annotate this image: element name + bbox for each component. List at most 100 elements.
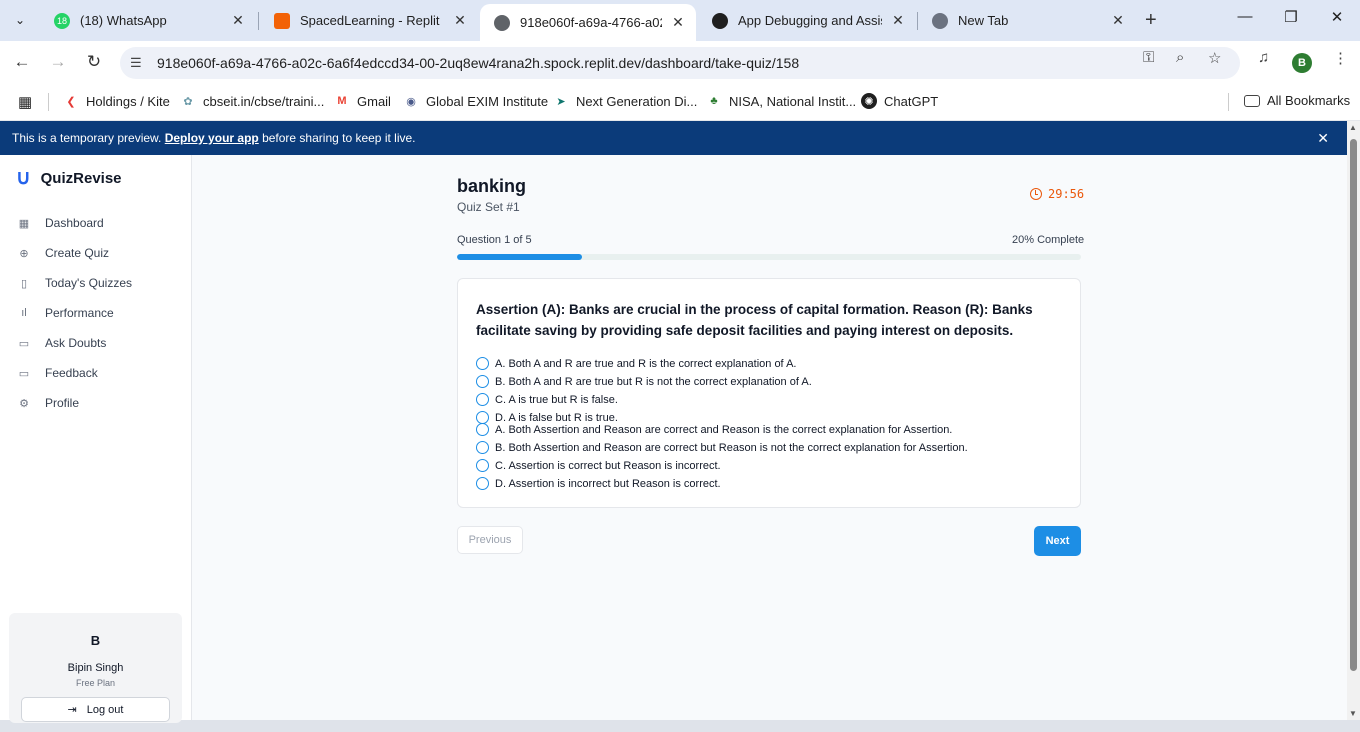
globe-icon xyxy=(494,14,510,31)
close-tab-icon[interactable]: ✕ xyxy=(890,12,906,29)
brand-name: QuizRevise xyxy=(40,169,122,187)
progress-bar-fill xyxy=(457,254,582,260)
zoom-icon[interactable]: ⌕ xyxy=(1176,49,1184,66)
restore-icon[interactable]: ❐ xyxy=(1281,8,1301,26)
tab-search-chevron-icon[interactable]: ⌄ xyxy=(8,8,32,32)
back-arrow-icon[interactable]: ← xyxy=(11,52,33,72)
quiz-timer: 29:56 xyxy=(1030,187,1084,201)
bookmark-chatgpt[interactable]: ✺ ChatGPT xyxy=(861,93,938,109)
nisa-icon: ♣ xyxy=(710,95,718,107)
close-tab-icon[interactable]: ✕ xyxy=(1110,12,1126,29)
site-info-icon[interactable]: ☰ xyxy=(130,55,142,71)
deploy-link[interactable]: Deploy your app xyxy=(165,131,259,145)
close-tab-icon[interactable]: ✕ xyxy=(670,14,686,31)
tab-title: (18) WhatsApp xyxy=(80,13,167,28)
next-button[interactable]: Next xyxy=(1034,526,1081,556)
banner-message: This is a temporary preview. Deploy your… xyxy=(12,131,416,145)
media-control-icon[interactable]: ♫ xyxy=(1258,49,1269,66)
sidebar-item-dashboard[interactable]: ▦ Dashboard xyxy=(18,216,104,230)
tab-title: 918e060f-a69a-4766-a02c-6 xyxy=(520,15,662,30)
bookmark-next-generation[interactable]: ➤ Next Generation Di... xyxy=(553,93,697,109)
scrollbar-thumb[interactable] xyxy=(1350,139,1357,671)
replit-icon xyxy=(274,12,290,29)
previous-button[interactable]: Previous xyxy=(457,526,523,554)
sidebar-item-todays-quizzes[interactable]: ▯ Today's Quizzes xyxy=(18,276,132,290)
option-item[interactable]: B. Both A and R are true but R is not th… xyxy=(476,375,812,388)
radio-button[interactable] xyxy=(476,423,489,436)
avatar: B xyxy=(90,633,101,648)
message-icon: ▭ xyxy=(18,367,30,380)
logout-button[interactable]: ⇥ Log out xyxy=(21,697,170,722)
chrome-icon xyxy=(932,12,948,29)
more-menu-icon[interactable]: ⋮ xyxy=(1333,49,1348,67)
bookmark-cbse[interactable]: ✿ cbseit.in/cbse/traini... xyxy=(180,93,324,109)
page-scrollbar[interactable]: ▲ ▼ xyxy=(1347,121,1360,720)
progress-bar xyxy=(457,254,1081,260)
key-icon[interactable]: ⚿ xyxy=(1143,49,1154,66)
browser-tab-bar: ⌄ 18 (18) WhatsApp ✕ SpacedLearning - Re… xyxy=(0,0,1360,41)
browser-toolbar: ← → ↻ ☰ 918e060f-a69a-4766-a02c-6a6f4edc… xyxy=(0,41,1360,84)
tab-divider xyxy=(258,12,259,30)
cbse-icon: ✿ xyxy=(183,95,193,108)
reload-icon[interactable]: ↻ xyxy=(83,52,105,72)
scroll-down-icon[interactable]: ▼ xyxy=(1349,709,1357,718)
bottom-strip xyxy=(0,720,1360,732)
minimize-icon[interactable]: — xyxy=(1235,8,1255,25)
radio-button[interactable] xyxy=(476,393,489,406)
bookmark-nisa[interactable]: ♣ NISA, National Instit... xyxy=(706,93,856,109)
chatgpt-icon xyxy=(712,12,728,29)
apps-grid-icon[interactable]: ▦ xyxy=(18,93,32,111)
radio-button[interactable] xyxy=(476,477,489,490)
question-progress-label: Question 1 of 5 xyxy=(457,234,532,246)
radio-button[interactable] xyxy=(476,357,489,370)
bookmarks-bar: ▦ ❮ Holdings / Kite ✿ cbseit.in/cbse/train… xyxy=(0,84,1360,121)
option-item[interactable]: B. Both Assertion and Reason are correct… xyxy=(476,441,968,454)
sidebar-item-create-quiz[interactable]: ⊕ Create Quiz xyxy=(18,246,109,260)
close-tab-icon[interactable]: ✕ xyxy=(452,12,468,29)
sidebar-item-feedback[interactable]: ▭ Feedback xyxy=(18,366,98,380)
address-bar[interactable]: ☰ 918e060f-a69a-4766-a02c-6a6f4edccd34-0… xyxy=(120,47,1240,79)
tab-whatsapp[interactable]: 18 (18) WhatsApp ✕ xyxy=(40,4,256,37)
option-item[interactable]: C. A is true but R is false. xyxy=(476,393,618,406)
scroll-up-icon[interactable]: ▲ xyxy=(1349,123,1357,132)
message-icon: ▭ xyxy=(18,337,30,350)
folder-icon xyxy=(1244,94,1260,107)
url-text: 918e060f-a69a-4766-a02c-6a6f4edccd34-00-… xyxy=(157,55,800,71)
radio-button[interactable] xyxy=(476,375,489,388)
question-card: Assertion (A): Banks are crucial in the … xyxy=(457,278,1081,508)
preview-banner: This is a temporary preview. Deploy your… xyxy=(0,121,1347,155)
star-icon[interactable]: ☆ xyxy=(1208,49,1221,67)
sidebar-item-ask-doubts[interactable]: ▭ Ask Doubts xyxy=(18,336,107,350)
bookmark-gmail[interactable]: M Gmail xyxy=(334,93,391,109)
option-item[interactable]: A. Both A and R are true and R is the co… xyxy=(476,357,796,370)
option-item[interactable]: C. Assertion is correct but Reason is in… xyxy=(476,459,721,472)
sidebar-item-profile[interactable]: ⚙ Profile xyxy=(18,396,79,410)
bookmark-exim[interactable]: ◉ Global EXIM Institute xyxy=(403,93,548,109)
forward-arrow-icon[interactable]: → xyxy=(47,52,69,72)
radio-button[interactable] xyxy=(476,459,489,472)
option-item[interactable]: D. Assertion is incorrect but Reason is … xyxy=(476,477,721,490)
quiz-title: banking xyxy=(457,176,527,196)
user-name: Bipin Singh xyxy=(67,662,124,674)
close-banner-icon[interactable]: ✕ xyxy=(1317,130,1329,147)
tab-chatgpt[interactable]: App Debugging and Assista ✕ xyxy=(698,4,916,37)
quiz-set-label: Quiz Set #1 xyxy=(457,200,520,214)
bar-chart-icon: ıl xyxy=(21,307,27,319)
plus-circle-icon: ⊕ xyxy=(19,247,29,260)
all-bookmarks[interactable]: All Bookmarks xyxy=(1244,93,1350,108)
close-tab-icon[interactable]: ✕ xyxy=(230,12,246,29)
radio-button[interactable] xyxy=(476,441,489,454)
question-text: Assertion (A): Banks are crucial in the … xyxy=(476,302,1033,338)
tab-replit[interactable]: SpacedLearning - Replit ✕ xyxy=(260,4,478,37)
sidebar-item-performance[interactable]: ıl Performance xyxy=(18,306,113,320)
option-item[interactable]: A. Both Assertion and Reason are correct… xyxy=(476,423,952,436)
brand[interactable]: ∪ QuizRevise xyxy=(16,168,122,188)
tab-active-preview[interactable]: 918e060f-a69a-4766-a02c-6 ✕ xyxy=(480,4,696,41)
close-window-icon[interactable]: ✕ xyxy=(1327,8,1347,26)
new-tab-plus-icon[interactable]: + xyxy=(1145,10,1157,30)
profile-avatar[interactable]: B xyxy=(1292,53,1312,73)
tab-new-tab[interactable]: New Tab ✕ xyxy=(918,4,1136,37)
logout-icon: ⇥ xyxy=(67,704,77,716)
bookmark-kite[interactable]: ❮ Holdings / Kite xyxy=(63,93,169,109)
chatgpt-icon: ✺ xyxy=(861,93,877,109)
